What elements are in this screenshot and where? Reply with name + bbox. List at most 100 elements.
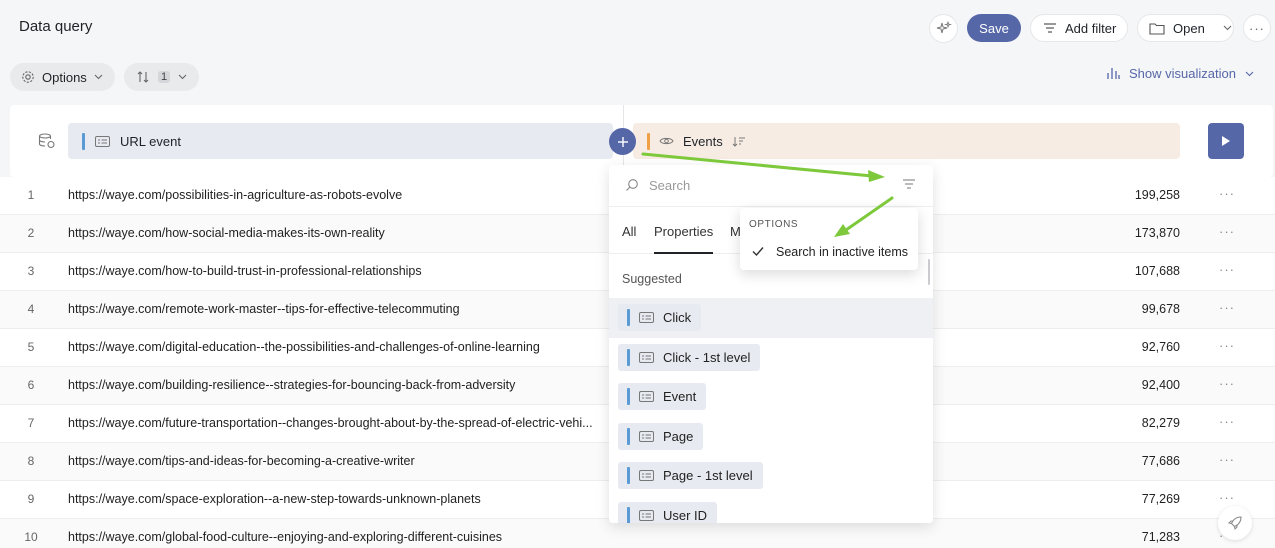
tab-all[interactable]: All — [622, 224, 636, 239]
row-actions-button[interactable]: ··· — [1219, 300, 1235, 315]
row-actions-button[interactable]: ··· — [1219, 452, 1235, 467]
gear-icon — [22, 71, 34, 83]
sort-descending-icon[interactable] — [732, 136, 746, 147]
property-color-bar — [627, 348, 630, 366]
property-label: Page - 1st level — [663, 468, 753, 484]
row-value: 77,686 — [1141, 454, 1180, 468]
row-actions-button[interactable]: ··· — [1219, 262, 1235, 277]
row-value: 107,688 — [1134, 264, 1180, 278]
row-index: 4 — [27, 302, 35, 316]
sort-dropdown[interactable]: 1 — [124, 63, 199, 91]
property-color-bar — [627, 309, 630, 326]
show-visualization-label: Show visualization — [1129, 66, 1236, 81]
row-actions-button[interactable]: ··· — [1219, 338, 1235, 353]
search-inactive-items-label[interactable]: Search in inactive items — [776, 245, 908, 259]
property-chip[interactable]: Page — [618, 422, 704, 450]
list-item[interactable]: Click — [609, 298, 933, 338]
search-input[interactable]: Search — [649, 178, 690, 193]
metric-color-bar — [647, 132, 650, 150]
property-label: Click - 1st level — [663, 349, 751, 365]
database-settings-icon[interactable] — [38, 133, 56, 149]
more-options-button[interactable]: ··· — [1243, 14, 1271, 42]
property-color-bar — [627, 388, 630, 406]
row-index: 8 — [27, 454, 35, 468]
property-label: Event — [663, 389, 697, 405]
show-visualization-button[interactable]: Show visualization — [1106, 66, 1254, 81]
dimension-color-bar — [82, 132, 85, 150]
dropdown-scrollbar[interactable] — [928, 259, 930, 285]
ai-assist-button[interactable] — [929, 14, 958, 43]
list-item[interactable]: Click - 1st level — [609, 338, 933, 378]
property-chip[interactable]: Page - 1st level — [618, 462, 763, 490]
add-filter-button[interactable]: Add filter — [1030, 14, 1128, 42]
row-url: https://waye.com/digital-education--the-… — [68, 340, 540, 354]
row-actions-button[interactable]: ··· — [1219, 414, 1235, 429]
table-row[interactable]: 10 https://waye.com/global-food-culture-… — [0, 519, 1275, 548]
list-item[interactable]: Page — [609, 417, 933, 457]
property-label: Click — [663, 310, 692, 325]
metric-label: Events — [683, 133, 723, 149]
property-color-bar — [627, 427, 630, 445]
row-index: 9 — [27, 492, 35, 506]
dimension-chip-url-event[interactable]: URL event — [68, 123, 613, 159]
tab-properties[interactable]: Properties — [654, 224, 714, 254]
property-icon — [639, 312, 654, 323]
list-item[interactable]: User ID — [609, 496, 933, 523]
property-chip[interactable]: Event — [618, 383, 707, 411]
row-actions-button[interactable]: ··· — [1219, 224, 1235, 239]
row-url: https://waye.com/space-exploration--a-ne… — [68, 492, 481, 506]
property-color-bar — [627, 467, 630, 485]
options-label: Options — [42, 69, 87, 85]
row-url: https://waye.com/how-social-media-makes-… — [68, 226, 385, 240]
row-index: 2 — [27, 226, 35, 240]
row-actions-button[interactable]: ··· — [1219, 376, 1235, 391]
search-icon — [626, 179, 638, 191]
page-title: Data query — [19, 18, 93, 35]
row-value: 71,283 — [1141, 530, 1180, 544]
row-actions-button[interactable]: ··· — [1219, 186, 1235, 201]
open-label: Open — [1173, 20, 1205, 36]
open-button[interactable]: Open — [1137, 14, 1234, 42]
section-label-suggested: Suggested — [622, 272, 682, 286]
row-actions-button[interactable]: ··· — [1219, 490, 1235, 505]
row-index: 1 — [27, 188, 35, 202]
dropdown-search-bar: Search — [609, 165, 933, 207]
row-value: 199,258 — [1134, 188, 1180, 202]
checkbox-checked-icon[interactable] — [752, 246, 764, 257]
options-dropdown[interactable]: Options — [10, 63, 115, 91]
row-url: https://waye.com/possibilities-in-agricu… — [68, 188, 403, 202]
search-options-popup: OPTIONS Search in inactive items — [740, 208, 918, 270]
row-value: 82,279 — [1141, 416, 1180, 430]
list-item[interactable]: Event — [609, 377, 933, 417]
launch-button[interactable] — [1218, 506, 1252, 540]
row-index: 7 — [27, 416, 35, 430]
property-chip[interactable]: Click — [618, 304, 702, 331]
row-value: 99,678 — [1141, 302, 1180, 316]
property-list: Click Click - 1st level Event Page Page … — [609, 298, 933, 523]
save-button[interactable]: Save — [967, 14, 1021, 42]
run-query-button[interactable] — [1208, 123, 1244, 159]
property-chip[interactable]: User ID — [618, 501, 718, 523]
row-value: 92,400 — [1141, 378, 1180, 392]
chevron-down-icon — [1245, 71, 1254, 76]
row-index: 10 — [24, 530, 38, 544]
property-label: Page — [663, 428, 694, 444]
property-color-bar — [627, 506, 630, 523]
row-index: 6 — [27, 378, 35, 392]
filter-options-icon[interactable] — [902, 178, 916, 190]
chevron-down-icon — [178, 74, 187, 80]
sort-icon — [137, 71, 149, 83]
top-bar: Data query Save Add filter Open ··· — [0, 0, 1275, 54]
property-chip[interactable]: Click - 1st level — [618, 343, 761, 371]
property-icon — [639, 430, 654, 442]
bar-chart-icon — [1107, 68, 1120, 79]
metric-chip-events[interactable]: Events — [633, 123, 1180, 159]
list-item[interactable]: Page - 1st level — [609, 456, 933, 496]
add-filter-label: Add filter — [1065, 20, 1117, 36]
row-index: 5 — [27, 340, 35, 354]
add-dimension-button[interactable] — [609, 128, 636, 155]
row-url: https://waye.com/global-food-culture--en… — [68, 530, 503, 544]
property-label: User ID — [663, 507, 708, 523]
sparkle-icon — [936, 20, 952, 33]
row-url: https://waye.com/building-resilience--st… — [68, 378, 516, 392]
